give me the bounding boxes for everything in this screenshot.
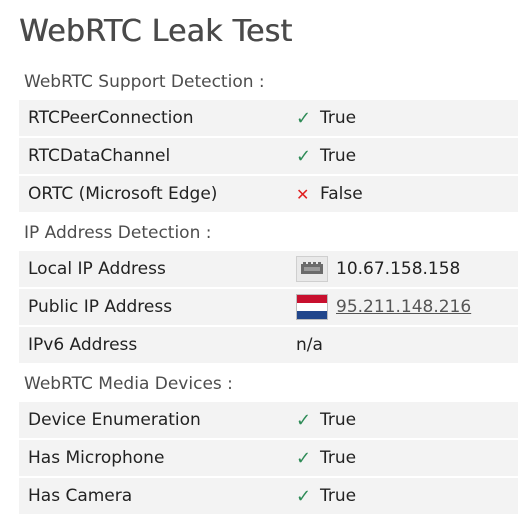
status-text: True: [320, 410, 357, 430]
check-icon: ✓: [296, 107, 312, 129]
page-title: WebRTC Leak Test: [19, 14, 293, 49]
row-value: n/a: [296, 335, 323, 355]
table-row-has-camera: Has Camera ✓ True: [19, 478, 518, 514]
table-row-has-microphone: Has Microphone ✓ True: [19, 440, 518, 476]
table-row-local-ip: Local IP Address 10.67.158.158: [19, 251, 518, 287]
section-heading-media: WebRTC Media Devices :: [24, 374, 233, 394]
ipv6-value: n/a: [296, 335, 323, 355]
row-value: 10.67.158.158: [296, 256, 460, 282]
row-label: IPv6 Address: [28, 335, 138, 355]
status-text: True: [320, 146, 357, 166]
section-heading-support: WebRTC Support Detection :: [24, 72, 265, 92]
public-ip-link[interactable]: 95.211.148.216: [336, 297, 471, 317]
row-label: Device Enumeration: [28, 410, 201, 430]
section-heading-ip: IP Address Detection :: [24, 223, 212, 243]
status-text: True: [320, 486, 357, 506]
row-label: Local IP Address: [28, 259, 166, 279]
table-row-device-enumeration: Device Enumeration ✓ True: [19, 402, 518, 438]
check-icon: ✓: [296, 447, 312, 469]
row-value: ✓ True: [296, 410, 356, 431]
check-icon: ✓: [296, 485, 312, 507]
status-text: True: [320, 108, 357, 128]
cross-icon: ✕: [296, 184, 310, 204]
status-text: False: [320, 184, 363, 204]
row-label: Public IP Address: [28, 297, 173, 317]
table-row-public-ip: Public IP Address 95.211.148.216: [19, 289, 518, 325]
table-row-ortc: ORTC (Microsoft Edge) ✕ False: [19, 176, 518, 212]
row-label: RTCDataChannel: [28, 146, 171, 166]
row-label: RTCPeerConnection: [28, 108, 194, 128]
webrtc-leak-test-page: WebRTC Leak Test WebRTC Support Detectio…: [0, 0, 518, 514]
check-icon: ✓: [296, 145, 312, 167]
row-value: ✓ True: [296, 146, 356, 167]
row-value: ✓ True: [296, 108, 356, 129]
table-row-ipv6: IPv6 Address n/a: [19, 327, 518, 363]
row-label: ORTC (Microsoft Edge): [28, 184, 218, 204]
check-icon: ✓: [296, 409, 312, 431]
row-value: 95.211.148.216: [296, 294, 471, 320]
row-value: ✓ True: [296, 448, 356, 469]
local-ip-value: 10.67.158.158: [336, 259, 461, 279]
row-label: Has Microphone: [28, 448, 165, 468]
table-row-rtcdatachannel: RTCDataChannel ✓ True: [19, 138, 518, 174]
network-card-icon: [296, 256, 328, 282]
status-text: True: [320, 448, 357, 468]
netherlands-flag-icon: [296, 294, 328, 320]
row-label: Has Camera: [28, 486, 133, 506]
row-value: ✕ False: [296, 184, 363, 204]
row-value: ✓ True: [296, 486, 356, 507]
table-row-rtcpeerconnection: RTCPeerConnection ✓ True: [19, 100, 518, 136]
